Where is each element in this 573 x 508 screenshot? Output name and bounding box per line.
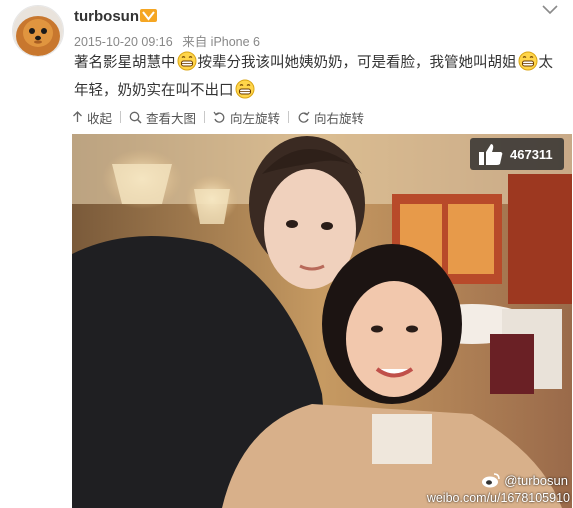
rotate-right-button[interactable]: 向右旋转 [297,108,364,127]
rotate-left-button[interactable]: 向左旋转 [213,108,280,127]
post-text: 著名影星胡慧中 按辈分我该叫她姨奶奶，可是看脸，我管她叫胡姐 太年轻，奶奶实在叫不出… [74,49,559,105]
post-meta: 2015-10-20 09:16 来自 iPhone 6 [74,31,260,50]
collapse-arrow-icon [73,111,82,122]
watermark-url: weibo.com/u/1678105910 [426,491,570,505]
like-count: 467311 [510,146,553,162]
divider [120,111,122,123]
post-timestamp[interactable]: 2015-10-20 09:16 [74,35,173,49]
collapse-label: 收起 [87,111,113,126]
like-counter[interactable]: 467311 [470,138,564,170]
rotate-right-label: 向右旋转 [314,111,365,126]
post-photo[interactable]: 467311 @turbosun weibo.com/u/1678105910 [72,134,572,508]
photo-scene [72,134,572,508]
view-large-label: 查看大图 [146,111,197,126]
avatar[interactable] [12,5,64,57]
grin-emoji-icon [177,51,196,71]
chevron-down-icon[interactable] [540,3,560,17]
grin-emoji-icon [235,79,254,99]
view-large-button[interactable]: 查看大图 [129,108,196,127]
rotate-left-icon [213,111,225,123]
rotate-left-label: 向左旋转 [230,111,281,126]
divider [288,111,290,123]
username[interactable]: turbosun [74,8,139,25]
magnifier-icon [129,111,142,124]
divider [204,111,206,123]
post-text-part: 按辈分我该叫她姨奶奶，可是看脸，我管她叫胡姐 [197,55,517,71]
thumbs-up-icon [479,144,503,165]
rotate-right-icon [298,111,310,123]
weibo-logo-icon [482,473,500,488]
image-toolbar: 收起 查看大图 向左旋转 向右旋转 [72,108,364,126]
post-text-part: 著名影星胡慧中 [74,55,176,71]
grin-emoji-icon [518,51,537,71]
watermark-username: @turbosun [504,472,568,488]
watermark-user: @turbosun [481,472,568,488]
collapse-button[interactable]: 收起 [72,108,112,127]
verified-vip-icon [140,9,157,22]
post-source: 来自 iPhone 6 [182,35,261,49]
